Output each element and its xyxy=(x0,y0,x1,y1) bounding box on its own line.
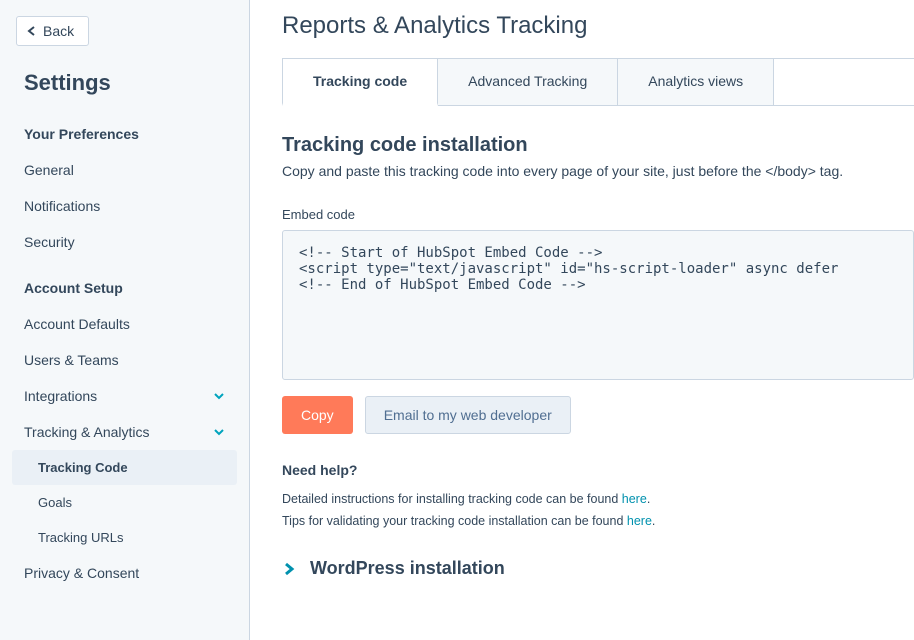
main-content: Reports & Analytics Tracking Tracking co… xyxy=(250,0,914,640)
chevron-right-icon xyxy=(282,562,296,576)
wordpress-installation-accordion[interactable]: WordPress installation xyxy=(282,558,914,579)
sidebar-item-general[interactable]: General xyxy=(0,152,249,188)
embed-code-label: Embed code xyxy=(282,207,914,222)
tab-advanced-tracking[interactable]: Advanced Tracking xyxy=(438,59,618,105)
sidebar-item-label: Integrations xyxy=(24,388,97,404)
sidebar-item-tracking-analytics[interactable]: Tracking & Analytics xyxy=(0,414,249,450)
sidebar-item-goals[interactable]: Goals xyxy=(0,485,249,520)
copy-button[interactable]: Copy xyxy=(282,396,353,434)
chevron-left-icon xyxy=(27,26,37,36)
section-description: Copy and paste this tracking code into e… xyxy=(282,163,914,179)
tabs: Tracking code Advanced Tracking Analytic… xyxy=(282,58,914,106)
chevron-down-icon xyxy=(213,426,225,438)
sidebar-item-tracking-code[interactable]: Tracking Code xyxy=(12,450,237,485)
section-title: Tracking code installation xyxy=(282,134,914,157)
help-line-instructions: Detailed instructions for installing tra… xyxy=(282,492,914,506)
settings-sidebar: Back Settings Your Preferences General N… xyxy=(0,0,250,640)
sidebar-item-integrations[interactable]: Integrations xyxy=(0,378,249,414)
back-button[interactable]: Back xyxy=(16,16,89,46)
chevron-down-icon xyxy=(213,390,225,402)
need-help-title: Need help? xyxy=(282,462,914,478)
sidebar-item-notifications[interactable]: Notifications xyxy=(0,188,249,224)
sidebar-item-tracking-urls[interactable]: Tracking URLs xyxy=(0,520,249,555)
sidebar-item-label: Tracking & Analytics xyxy=(24,424,150,440)
embed-code-box[interactable]: <!-- Start of HubSpot Embed Code --> <sc… xyxy=(282,230,914,380)
account-setup-section-label: Account Setup xyxy=(0,270,249,306)
help-line-validation: Tips for validating your tracking code i… xyxy=(282,514,914,528)
accordion-title: WordPress installation xyxy=(310,558,505,579)
tab-tracking-code[interactable]: Tracking code xyxy=(282,59,438,106)
page-title: Reports & Analytics Tracking xyxy=(282,12,914,40)
sidebar-item-privacy-consent[interactable]: Privacy & Consent xyxy=(0,555,249,591)
preferences-section-label: Your Preferences xyxy=(0,116,249,152)
email-developer-button[interactable]: Email to my web developer xyxy=(365,396,571,434)
sidebar-title: Settings xyxy=(0,70,249,116)
back-label: Back xyxy=(43,23,74,39)
validation-link[interactable]: here xyxy=(627,514,652,528)
sidebar-item-security[interactable]: Security xyxy=(0,224,249,260)
instructions-link[interactable]: here xyxy=(622,492,647,506)
sidebar-item-users-teams[interactable]: Users & Teams xyxy=(0,342,249,378)
tab-analytics-views[interactable]: Analytics views xyxy=(618,59,774,105)
sidebar-item-account-defaults[interactable]: Account Defaults xyxy=(0,306,249,342)
